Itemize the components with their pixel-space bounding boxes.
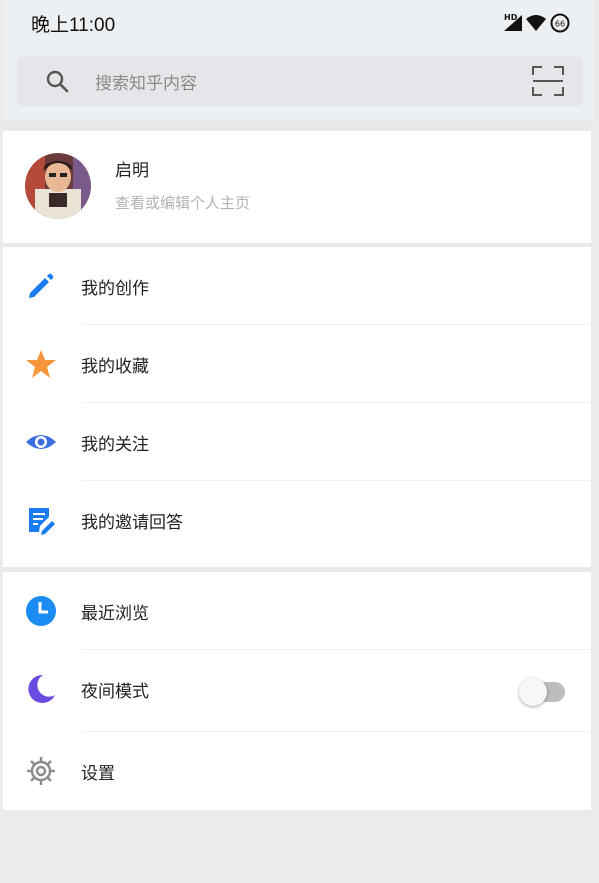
battery-icon: 66 xyxy=(550,13,570,33)
moon-icon xyxy=(28,674,55,703)
night-mode-toggle[interactable] xyxy=(519,678,565,706)
wifi-icon xyxy=(526,15,546,31)
menu-group-2: 最近浏览 夜间模式 设置 xyxy=(3,572,591,810)
star-icon xyxy=(26,350,56,378)
menu-label: 我的关注 xyxy=(81,435,149,455)
toggle-knob xyxy=(519,678,547,706)
eye-icon xyxy=(26,435,56,449)
gear-icon xyxy=(27,757,55,785)
profile-subtitle: 查看或编辑个人主页 xyxy=(115,194,251,212)
header-area: 晚上11:00 HD 66 搜索知乎内容 xyxy=(3,0,594,120)
pencil-icon xyxy=(29,273,54,298)
status-icons: HD 66 xyxy=(504,13,570,33)
menu-label: 我的创作 xyxy=(81,279,149,299)
menu-label: 我的收藏 xyxy=(81,357,149,377)
scan-icon[interactable] xyxy=(531,64,565,98)
menu-item-settings[interactable]: 设置 xyxy=(3,732,591,810)
network-hd-label: HD xyxy=(504,13,518,22)
app-screen: 晚上11:00 HD 66 搜索知乎内容 启明 查看或编辑个人主页 我的创作 我… xyxy=(0,0,599,883)
menu-group-1: 我的创作 我的收藏 我的关注 我的邀请回答 xyxy=(3,247,591,567)
bottom-empty-area xyxy=(3,810,591,883)
section-divider xyxy=(3,120,591,129)
menu-item-following[interactable]: 我的关注 xyxy=(3,403,591,481)
menu-label: 设置 xyxy=(81,764,115,784)
profile-name: 启明 xyxy=(115,161,149,181)
menu-label: 夜间模式 xyxy=(81,682,149,702)
clock-icon xyxy=(26,596,56,626)
search-input[interactable]: 搜索知乎内容 xyxy=(95,69,197,94)
menu-item-invitations[interactable]: 我的邀请回答 xyxy=(3,481,591,559)
profile-card[interactable]: 启明 查看或编辑个人主页 xyxy=(3,131,591,243)
avatar[interactable] xyxy=(25,153,91,219)
status-bar: 晚上11:00 HD 66 xyxy=(3,0,594,42)
svg-text:66: 66 xyxy=(555,20,565,29)
menu-item-favorites[interactable]: 我的收藏 xyxy=(3,325,591,403)
edit-note-icon xyxy=(29,508,55,535)
menu-item-recent[interactable]: 最近浏览 xyxy=(3,572,591,650)
menu-label: 最近浏览 xyxy=(81,604,149,624)
search-bar[interactable]: 搜索知乎内容 xyxy=(17,56,583,106)
menu-item-creations[interactable]: 我的创作 xyxy=(3,247,591,325)
status-time: 晚上11:00 xyxy=(31,15,116,36)
menu-label: 我的邀请回答 xyxy=(81,513,183,533)
search-icon xyxy=(46,70,69,93)
menu-item-night-mode[interactable]: 夜间模式 xyxy=(3,650,591,732)
